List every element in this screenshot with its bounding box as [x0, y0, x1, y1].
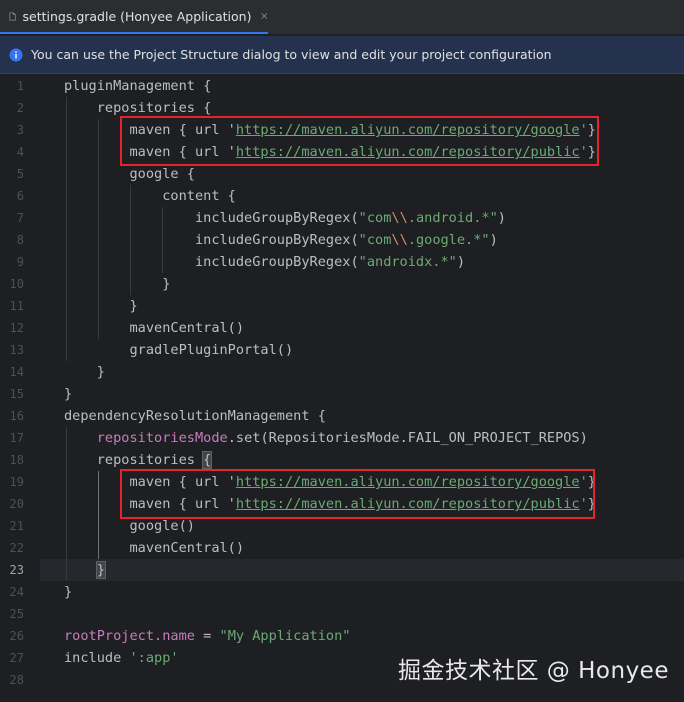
line-number: 14	[9, 365, 24, 379]
line-number: 27	[9, 651, 24, 665]
line-number: 28	[9, 673, 24, 687]
code-line-16: dependencyResolutionManagement {	[64, 408, 326, 424]
code-line-9: includeGroupByRegex("androidx.*")	[64, 254, 466, 270]
code-line-13: gradlePluginPortal()	[64, 342, 294, 358]
line-number: 16	[9, 409, 24, 423]
line-number: 4	[16, 145, 24, 159]
code-editor[interactable]: 1 2 3 4 5 6 7 8 9 10 11 12 13 14 15 16 1…	[0, 75, 684, 702]
code-line-17: repositoriesMode.set(RepositoriesMode.FA…	[96, 430, 588, 446]
code-line-18: repositories {	[64, 451, 213, 469]
tab-settings-gradle[interactable]: settings.gradle (Honyee Application)	[0, 0, 268, 34]
gradle-file-icon	[9, 11, 16, 21]
line-number: 13	[9, 343, 24, 357]
line-number: 1	[16, 79, 24, 93]
close-icon[interactable]	[261, 11, 268, 21]
matched-brace: }	[95, 561, 106, 579]
code-line-26: rootProject.name = "My Application"	[64, 628, 351, 644]
code-line-23: }	[64, 559, 106, 581]
watermark: 掘金技术社区 @ Honyee	[398, 658, 669, 684]
current-line-highlight	[40, 559, 684, 581]
code-line-6: content {	[64, 188, 236, 204]
editor-tabbar: settings.gradle (Honyee Application)	[0, 0, 684, 35]
line-number: 20	[9, 497, 24, 511]
line-number: 3	[16, 123, 24, 137]
line-number: 5	[16, 167, 24, 181]
line-number: 2	[16, 101, 24, 115]
code-line-24: }	[64, 584, 73, 600]
line-number: 9	[16, 255, 24, 269]
code-line-15: }	[64, 386, 73, 402]
matched-brace: {	[202, 451, 213, 469]
line-number: 26	[9, 629, 24, 643]
line-number: 22	[9, 541, 24, 555]
info-icon	[9, 48, 23, 61]
line-number: 6	[16, 189, 24, 203]
line-number: 15	[9, 387, 24, 401]
line-number: 24	[9, 585, 24, 599]
code-line-27: include ':app'	[64, 650, 179, 666]
tab-title: settings.gradle (Honyee Application)	[22, 8, 252, 24]
annotation-highlight-box	[120, 116, 599, 166]
line-number: 17	[9, 431, 24, 445]
line-number-current: 23	[9, 563, 24, 577]
banner-text: You can use the Project Structure dialog…	[31, 47, 552, 62]
line-number: 8	[16, 233, 24, 247]
line-number: 7	[16, 211, 24, 225]
line-number: 25	[9, 607, 24, 621]
line-number: 18	[9, 453, 24, 467]
line-number-gutter: 1 2 3 4 5 6 7 8 9 10 11 12 13 14 15 16 1…	[0, 75, 40, 702]
code-line-5: google {	[64, 166, 195, 182]
code-line-8: includeGroupByRegex("com\\.google.*")	[64, 232, 498, 248]
line-number: 19	[9, 475, 24, 489]
code-line-14: }	[64, 364, 105, 380]
annotation-highlight-box	[120, 469, 595, 519]
code-line-7: includeGroupByRegex("com\\.android.*")	[64, 210, 506, 226]
code-line-1: pluginManagement {	[64, 78, 212, 94]
text-caret	[104, 561, 106, 579]
line-number: 12	[9, 321, 24, 335]
code-line-10: }	[64, 276, 171, 292]
code-line-12: mavenCentral()	[64, 320, 245, 336]
line-number: 10	[9, 277, 24, 291]
code-line-11: }	[64, 298, 138, 314]
line-number: 11	[9, 299, 24, 313]
project-structure-banner: You can use the Project Structure dialog…	[0, 36, 684, 74]
line-number: 21	[9, 519, 24, 533]
code-line-22: mavenCentral()	[64, 540, 245, 556]
